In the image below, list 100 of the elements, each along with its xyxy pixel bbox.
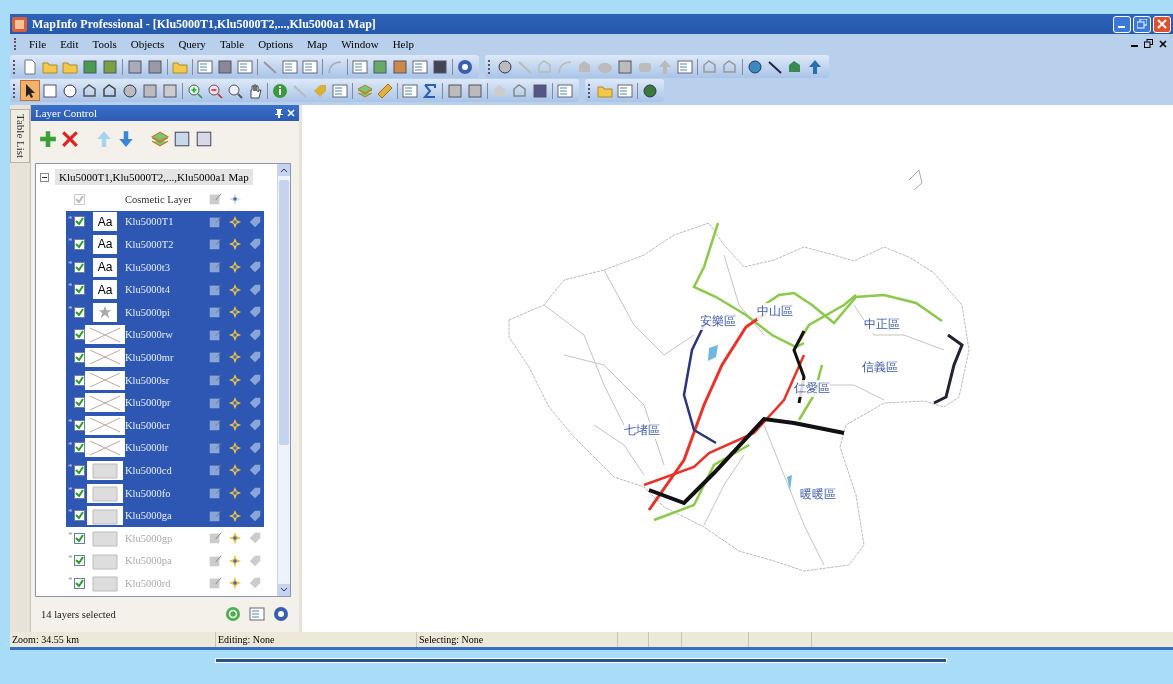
tag-icon[interactable] [248,531,262,546]
edit-icon[interactable] [208,282,222,297]
list-icon[interactable] [557,82,573,99]
layer-row[interactable]: * Aa Klu5000t4 [66,278,264,301]
menu-item[interactable]: Objects [123,37,172,50]
edit-icon[interactable] [208,486,222,500]
layer-row[interactable]: * Klu5000cd [66,459,264,482]
hand-icon[interactable] [247,82,263,99]
menu-item[interactable]: File [22,37,54,50]
layer-row[interactable]: * Klu5000lr [66,436,264,460]
label-icon[interactable] [312,82,328,99]
sparkle-icon[interactable] [228,418,242,433]
sparkle-icon[interactable] [228,305,242,320]
visibility-checkbox[interactable] [74,351,85,363]
zoom-out-icon[interactable] [207,82,223,99]
edit-icon[interactable] [208,260,222,275]
layer-row[interactable]: * Aa Klu5000T1 [66,210,264,234]
sparkle-icon[interactable] [228,508,242,523]
edit-icon[interactable] [208,214,222,229]
region-style-swatch[interactable] [87,483,123,503]
close-icon[interactable] [1159,39,1167,48]
sparkle-icon[interactable] [228,237,242,252]
sparkle-icon[interactable] [228,463,242,478]
help-icon[interactable] [273,606,289,622]
close-button[interactable] [1153,15,1171,33]
menu-item[interactable]: Tools [85,37,124,50]
visibility-checkbox[interactable] [74,306,85,318]
edit-icon[interactable] [208,192,222,207]
menu-item[interactable]: Edit [53,37,86,50]
layer-row[interactable]: * Klu5000ga [66,504,264,527]
tag-icon[interactable] [248,463,262,478]
edit-icon[interactable] [208,305,222,320]
edit-icon[interactable] [208,440,222,455]
region-style-swatch[interactable] [87,506,123,526]
region-style-swatch[interactable] [87,460,123,480]
line-style-swatch[interactable] [85,325,125,345]
tag-icon[interactable] [248,576,262,591]
edit-icon[interactable] [208,531,222,546]
layer-row[interactable]: * Klu5000pi [66,300,264,324]
tag-icon[interactable] [248,418,262,433]
sparkle-icon[interactable] [228,350,242,365]
polygon-select-icon[interactable] [82,82,98,99]
add-layer-icon[interactable] [39,130,57,148]
move-down-icon[interactable] [117,130,135,148]
visibility-checkbox[interactable] [74,532,85,544]
visibility-checkbox[interactable] [74,329,85,341]
visibility-checkbox[interactable] [74,284,85,296]
layer-row[interactable]: * Aa Klu5000t3 [66,255,264,279]
edit-icon[interactable] [208,418,222,433]
edit-icon[interactable] [208,553,222,568]
line-style-swatch[interactable] [85,438,125,458]
edit-icon[interactable] [208,576,222,591]
symbol-style-icon[interactable] [747,58,763,75]
text-style-swatch[interactable]: Aa [93,280,117,300]
line-style-swatch[interactable] [85,347,125,367]
restore-button[interactable] [1133,15,1151,33]
statistics-icon[interactable] [422,82,438,99]
edit-icon[interactable] [208,508,222,523]
layer-properties-icon[interactable] [151,130,169,148]
text-style-swatch[interactable]: Aa [93,212,117,232]
tag-icon[interactable] [248,260,262,275]
edit-icon[interactable] [208,463,222,478]
layer-row[interactable]: Klu5000rw [66,323,264,347]
visibility-checkbox[interactable] [74,216,85,228]
visibility-checkbox[interactable] [74,374,85,386]
tag-icon[interactable] [248,440,262,455]
minimize-button[interactable] [1113,15,1131,33]
pin-icon[interactable] [275,108,283,118]
sparkle-icon[interactable] [228,192,242,207]
scrollbar[interactable] [277,164,290,596]
symbol-style-swatch[interactable] [93,302,117,322]
layer-row[interactable]: Klu5000mr [66,346,264,369]
layer-row[interactable]: * Klu5000fo [66,481,264,505]
sparkle-icon[interactable] [228,576,242,591]
sparkle-icon[interactable] [228,531,242,546]
tag-icon[interactable] [248,214,262,229]
tag-icon[interactable] [248,508,262,523]
visibility-checkbox[interactable] [74,464,85,476]
info-icon[interactable] [272,82,288,99]
visibility-checkbox[interactable] [74,261,85,273]
boundary-select-icon[interactable] [102,82,118,99]
menu-item[interactable]: Map [300,37,335,50]
edit-icon[interactable] [208,237,222,252]
sparkle-icon[interactable] [228,373,242,388]
remove-layer-icon[interactable] [61,130,79,148]
text-style-swatch[interactable]: Aa [93,235,117,254]
add-node-icon[interactable] [722,58,738,75]
sparkle-icon[interactable] [228,395,242,410]
radius-select-icon[interactable] [62,82,78,99]
menu-item[interactable]: Help [385,37,421,50]
zoom-in-icon[interactable] [187,82,203,99]
sparkle-icon[interactable] [228,214,242,229]
line-style-swatch[interactable] [85,370,125,390]
menu-item[interactable]: Query [171,37,213,50]
tag-icon[interactable] [248,282,262,297]
line-style-swatch[interactable] [85,393,125,413]
tag-icon[interactable] [248,237,262,252]
visibility-checkbox[interactable] [74,397,85,409]
visibility-checkbox[interactable] [74,555,85,567]
visibility-checkbox[interactable] [74,239,85,250]
